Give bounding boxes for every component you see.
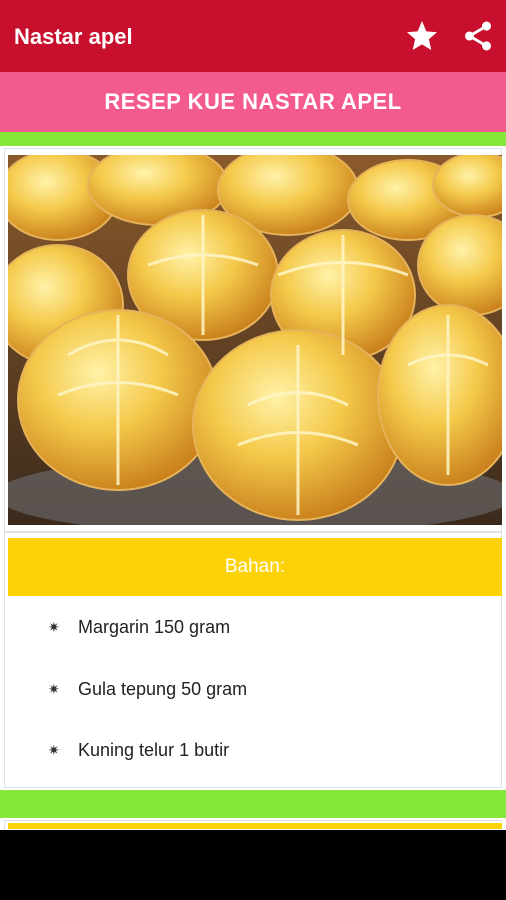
system-nav-bar bbox=[0, 830, 506, 900]
ingredient-text: Kuning telur 1 butir bbox=[78, 739, 230, 760]
star-icon bbox=[407, 21, 437, 50]
ingredient-item: ✷ Margarin 150 gram bbox=[48, 612, 230, 642]
next-section-header bbox=[8, 823, 502, 829]
share-button[interactable] bbox=[458, 16, 498, 56]
star-bullet-icon: ✷ bbox=[48, 741, 60, 758]
recipe-photo bbox=[8, 155, 502, 525]
ingredient-item: ✷ Kuning telur 1 butir bbox=[48, 735, 229, 765]
star-bullet-icon: ✷ bbox=[48, 618, 60, 635]
ingredients-header: Bahan: bbox=[8, 538, 502, 596]
ingredients-header-label: Bahan: bbox=[224, 556, 286, 577]
app-title: Nastar apel bbox=[14, 24, 133, 49]
recipe-title-banner: RESEP KUE NASTAR APEL bbox=[0, 72, 506, 132]
ingredient-text: Margarin 150 gram bbox=[78, 616, 231, 637]
favorite-button[interactable] bbox=[402, 16, 442, 56]
divider-strip bbox=[0, 790, 506, 818]
divider-strip bbox=[0, 132, 506, 146]
nastar-cookies-image bbox=[8, 155, 502, 525]
ingredient-item: ✷ Gula tepung 50 gram bbox=[48, 674, 247, 704]
share-icon bbox=[464, 21, 492, 51]
star-bullet-icon: ✷ bbox=[48, 680, 60, 697]
app-bar: Nastar apel bbox=[0, 0, 506, 72]
recipe-title: RESEP KUE NASTAR APEL bbox=[104, 89, 402, 114]
ingredient-text: Gula tepung 50 gram bbox=[78, 678, 248, 699]
